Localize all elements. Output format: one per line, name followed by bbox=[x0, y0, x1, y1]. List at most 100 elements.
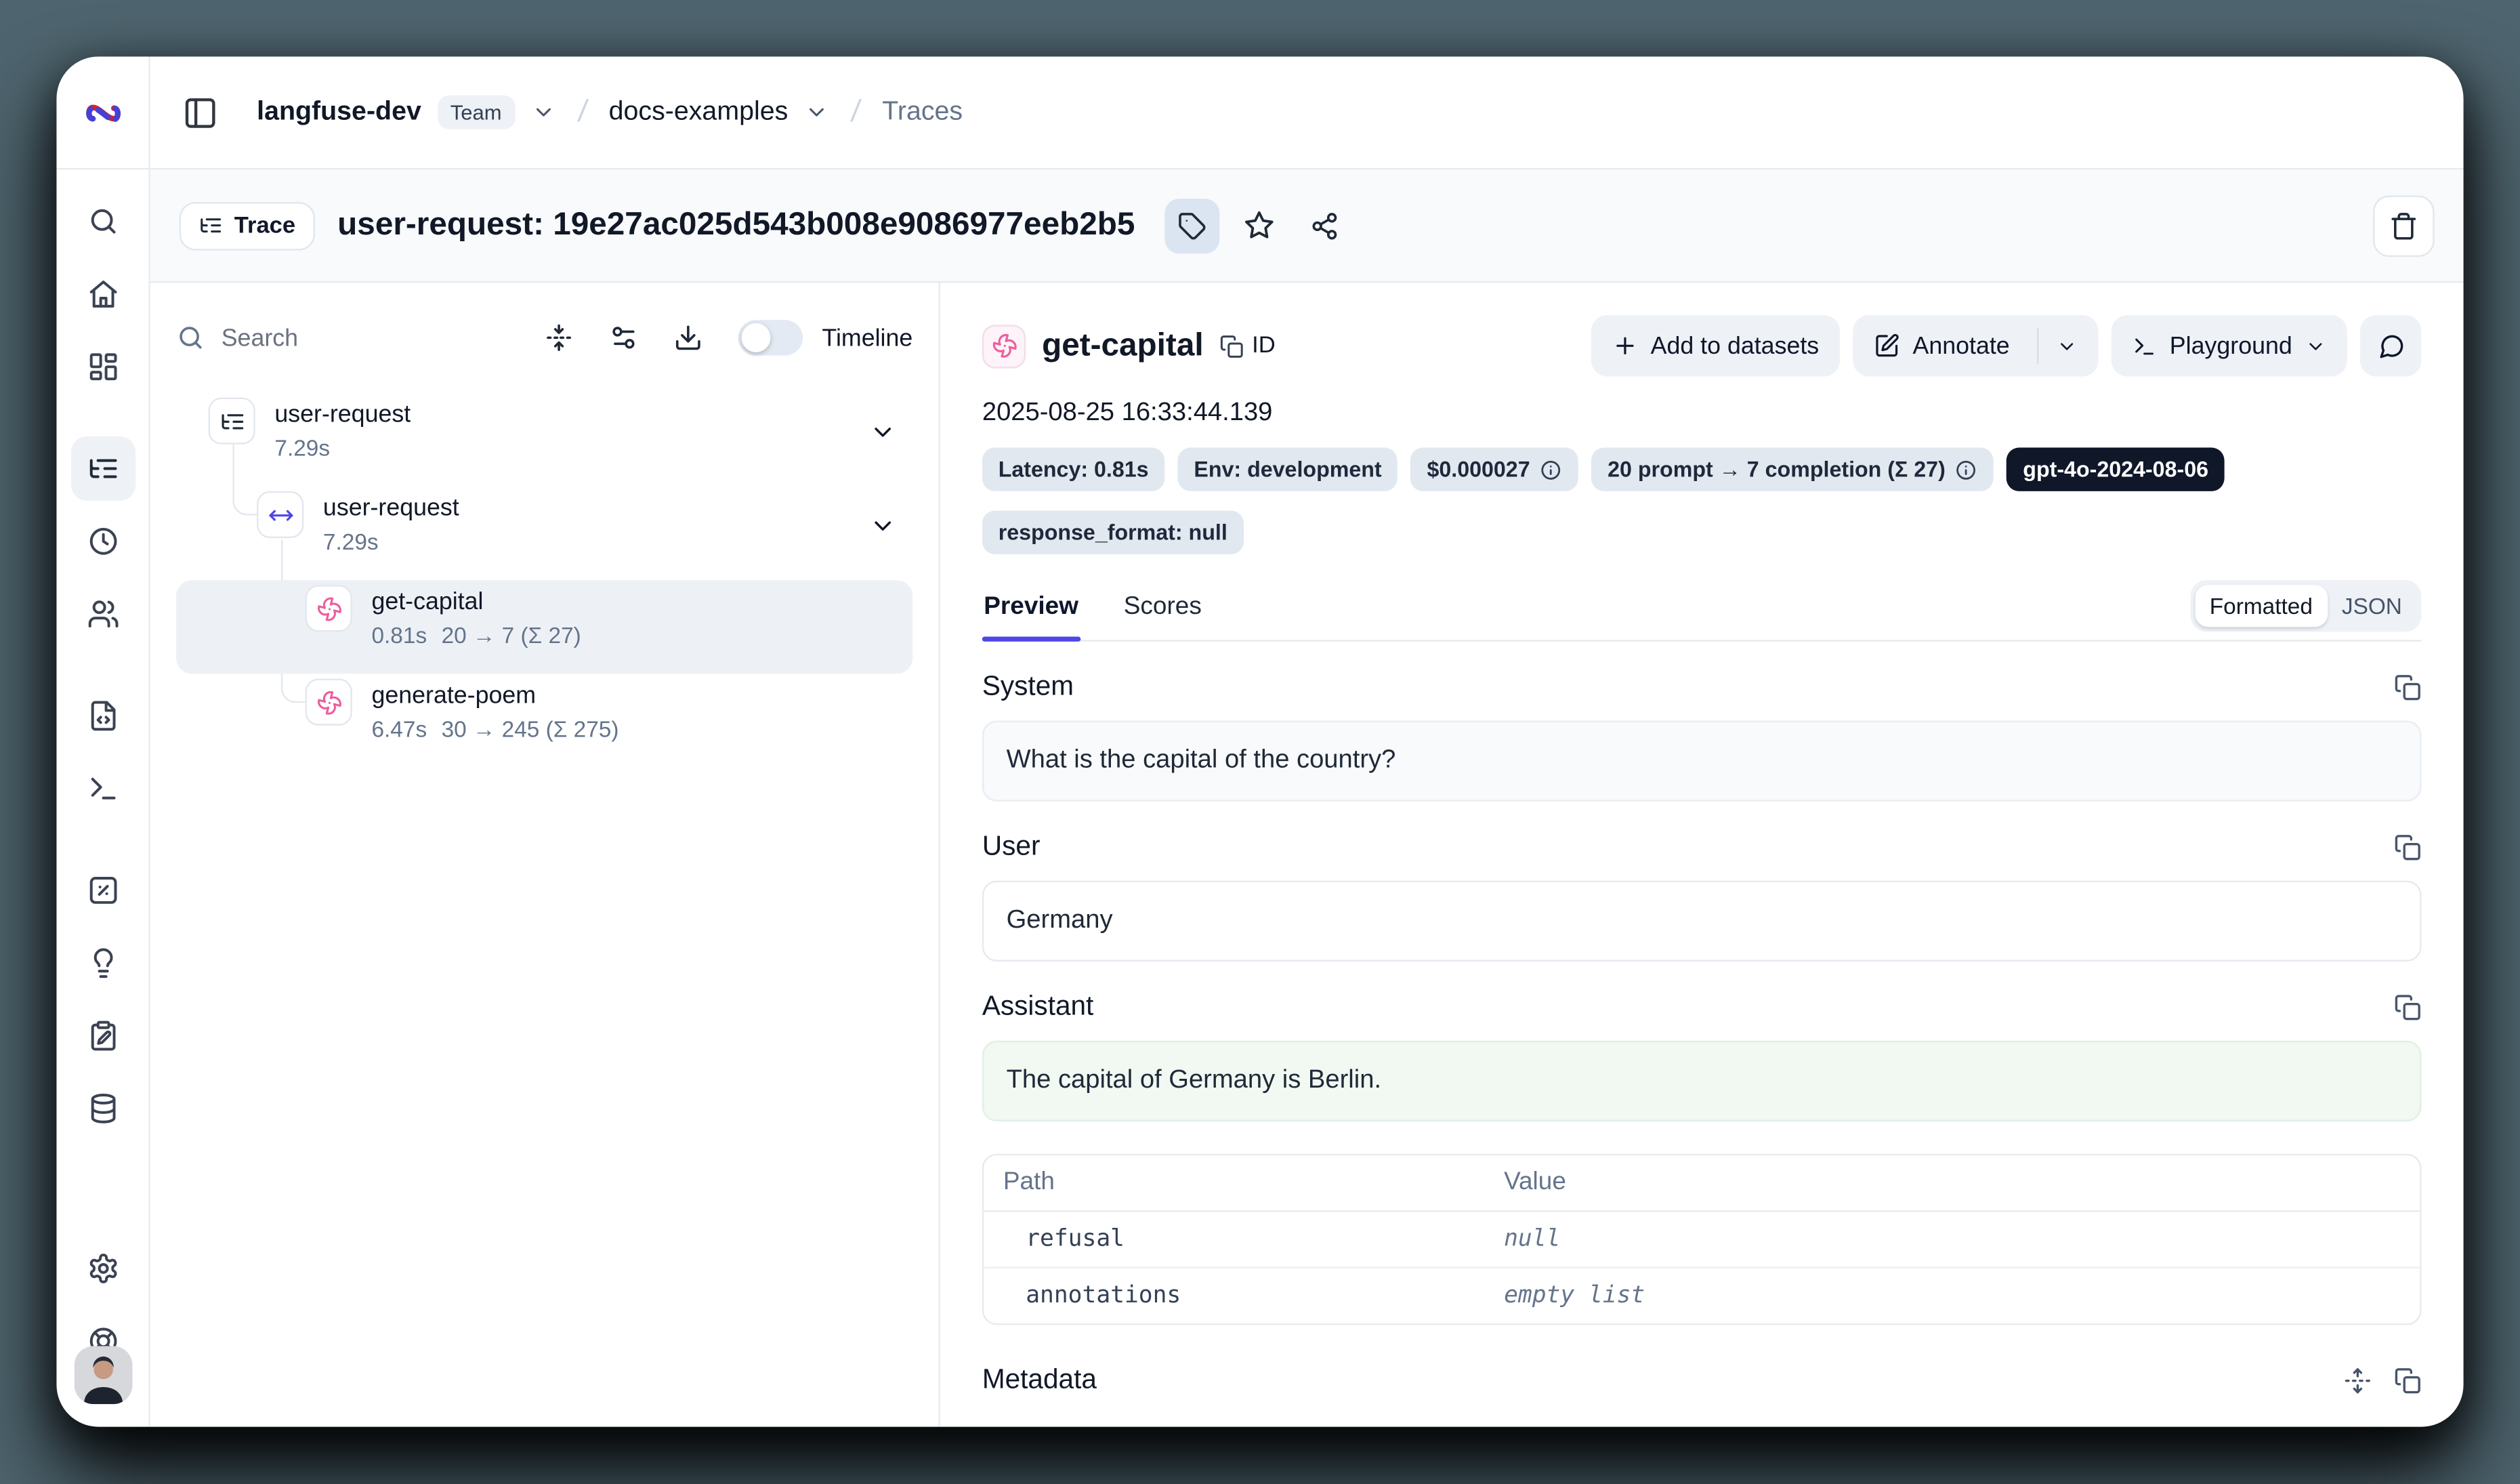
tree-settings-button[interactable] bbox=[609, 323, 638, 352]
annotate-button[interactable]: Annotate bbox=[1853, 315, 2099, 377]
bookmark-star-button[interactable] bbox=[1235, 201, 1284, 250]
tree-node-trace[interactable]: user-request 7.29s bbox=[176, 392, 912, 486]
collapse-chevron-icon[interactable] bbox=[869, 512, 897, 540]
sidebar-item-datasets[interactable] bbox=[70, 1076, 135, 1140]
timeline-label: Timeline bbox=[822, 324, 912, 352]
breadcrumb-item[interactable]: docs-examples bbox=[609, 97, 789, 127]
assistant-message: The capital of Germany is Berlin. bbox=[982, 1041, 2422, 1121]
view-mode-segmented-control: Formatted JSON bbox=[2190, 580, 2421, 632]
table-header-row: Path Value bbox=[984, 1155, 2420, 1212]
add-to-datasets-label: Add to datasets bbox=[1651, 332, 1820, 360]
collapse-chevron-icon[interactable] bbox=[869, 419, 897, 447]
token-usage-badge[interactable]: 20 prompt → 7 completion (Σ 27) bbox=[1591, 448, 1994, 491]
chevron-down-icon[interactable] bbox=[531, 100, 555, 125]
sidebar-item-sessions[interactable] bbox=[70, 509, 135, 573]
sidebar-item-annotation-queues[interactable] bbox=[70, 1004, 135, 1068]
sidebar-item-dashboard[interactable] bbox=[70, 335, 135, 399]
tabs-divider bbox=[982, 640, 2422, 641]
path-cell: refusal bbox=[984, 1227, 1504, 1252]
response-format-badge: response_format: null bbox=[982, 511, 1244, 554]
observation-detail-panel: get-capital ID Add to datasets bbox=[940, 283, 2464, 1426]
system-heading: System bbox=[982, 671, 1074, 703]
message-bubble-icon bbox=[2377, 332, 2405, 360]
add-to-datasets-button[interactable]: Add to datasets bbox=[1591, 315, 1840, 377]
system-message: What is the capital of the country? bbox=[982, 721, 2422, 802]
tree-node-span[interactable]: user-request 7.29s bbox=[176, 487, 912, 580]
breadcrumb-separator: / bbox=[842, 95, 868, 130]
copy-button[interactable] bbox=[2394, 1366, 2422, 1394]
env-badge: Env: development bbox=[1178, 448, 1398, 491]
download-button[interactable] bbox=[673, 323, 702, 352]
playground-button[interactable]: Playground bbox=[2112, 315, 2347, 377]
span-node-icon bbox=[257, 491, 303, 538]
trace-title: user-request: 19e27ac025d543b008e9086977… bbox=[337, 207, 1135, 244]
trace-type-label: Trace bbox=[234, 213, 295, 239]
sidebar-item-evaluation[interactable] bbox=[70, 858, 135, 922]
chevron-down-icon[interactable] bbox=[804, 100, 828, 125]
view-json[interactable]: JSON bbox=[2327, 585, 2416, 627]
copy-button[interactable] bbox=[2394, 833, 2422, 861]
avatar[interactable] bbox=[74, 1346, 132, 1404]
tree-toolbar: Timeline bbox=[176, 306, 912, 370]
observation-timestamp: 2025-08-25 16:33:44.139 bbox=[982, 399, 2422, 428]
detail-tabs: Preview Scores Formatted JSON bbox=[982, 580, 2422, 640]
user-message: Germany bbox=[982, 881, 2422, 962]
search-input[interactable] bbox=[222, 324, 415, 352]
timeline-toggle[interactable] bbox=[738, 320, 802, 355]
expand-button[interactable] bbox=[2344, 1366, 2372, 1394]
node-duration: 6.47s bbox=[371, 714, 427, 745]
sidebar-item-home[interactable] bbox=[70, 262, 135, 326]
annotate-label: Annotate bbox=[1913, 332, 2010, 360]
metric-badges-row-2: response_format: null bbox=[982, 511, 2422, 554]
sidebar-toggle-icon[interactable] bbox=[182, 95, 217, 130]
app-header: langfuse-dev Team / docs-examples / Trac… bbox=[56, 56, 2463, 169]
sidebar-item-playground[interactable] bbox=[70, 756, 135, 821]
model-badge[interactable]: gpt-4o-2024-08-06 bbox=[2007, 448, 2224, 491]
value-cell: empty list bbox=[1504, 1283, 1645, 1308]
metadata-section: Metadata bbox=[982, 1364, 2422, 1397]
output-properties-table: Path Value refusal null annotations empt… bbox=[982, 1154, 2422, 1325]
node-label: user-request bbox=[323, 491, 459, 525]
cost-badge[interactable]: $0.000027 bbox=[1411, 448, 1579, 491]
breadcrumb-section[interactable]: Traces bbox=[882, 97, 963, 127]
langfuse-logo-icon bbox=[81, 91, 123, 133]
node-tokens: 20 → 7 (Σ 27) bbox=[442, 621, 581, 651]
delete-trace-button[interactable] bbox=[2373, 194, 2435, 256]
sidebar-item-search[interactable] bbox=[70, 189, 135, 253]
share-icon bbox=[1309, 211, 1339, 240]
sidebar-item-tracing[interactable] bbox=[70, 436, 135, 501]
tab-preview[interactable]: Preview bbox=[982, 593, 1080, 640]
node-duration: 7.29s bbox=[274, 433, 330, 463]
search-icon bbox=[176, 323, 205, 352]
table-row: annotations empty list bbox=[984, 1269, 2420, 1323]
tab-scores[interactable]: Scores bbox=[1122, 593, 1203, 640]
tag-button[interactable] bbox=[1164, 198, 1219, 253]
copy-id-button[interactable]: ID bbox=[1219, 333, 1275, 358]
view-formatted[interactable]: Formatted bbox=[2195, 585, 2327, 627]
detail-header: get-capital ID Add to datasets bbox=[982, 315, 2422, 377]
sidebar-item-users[interactable] bbox=[70, 581, 135, 646]
share-button[interactable] bbox=[1300, 201, 1349, 250]
sidebar-item-insights[interactable] bbox=[70, 931, 135, 995]
node-label: generate-poem bbox=[371, 679, 618, 713]
chevron-down-icon[interactable] bbox=[2057, 335, 2078, 356]
breadcrumb-project[interactable]: langfuse-dev bbox=[257, 97, 421, 127]
sidebar-item-settings[interactable] bbox=[70, 1236, 135, 1300]
metric-badges-row: Latency: 0.81s Env: development $0.00002… bbox=[982, 448, 2422, 491]
collapse-all-button[interactable] bbox=[544, 323, 573, 352]
observation-title: get-capital bbox=[1042, 327, 1204, 365]
copy-icon bbox=[2394, 993, 2422, 1021]
copy-button[interactable] bbox=[2394, 673, 2422, 701]
terminal-icon bbox=[2133, 333, 2157, 358]
trash-icon bbox=[2389, 211, 2418, 240]
tree-node-generation-selected[interactable]: get-capital 0.81s 20 → 7 (Σ 27) bbox=[176, 580, 912, 674]
comments-button[interactable] bbox=[2360, 315, 2422, 377]
sidebar-item-prompts[interactable] bbox=[70, 684, 135, 748]
breadcrumb: langfuse-dev Team / docs-examples / Trac… bbox=[150, 56, 2464, 168]
sliders-icon bbox=[609, 323, 638, 352]
tree-node-generation[interactable]: generate-poem 6.47s 30 → 245 (Σ 275) bbox=[176, 674, 912, 767]
generation-node-icon bbox=[306, 679, 352, 726]
trace-tree-panel: Timeline user-request 7.29s bbox=[150, 283, 940, 1426]
copy-button[interactable] bbox=[2394, 993, 2422, 1021]
toggle-knob bbox=[741, 323, 770, 352]
